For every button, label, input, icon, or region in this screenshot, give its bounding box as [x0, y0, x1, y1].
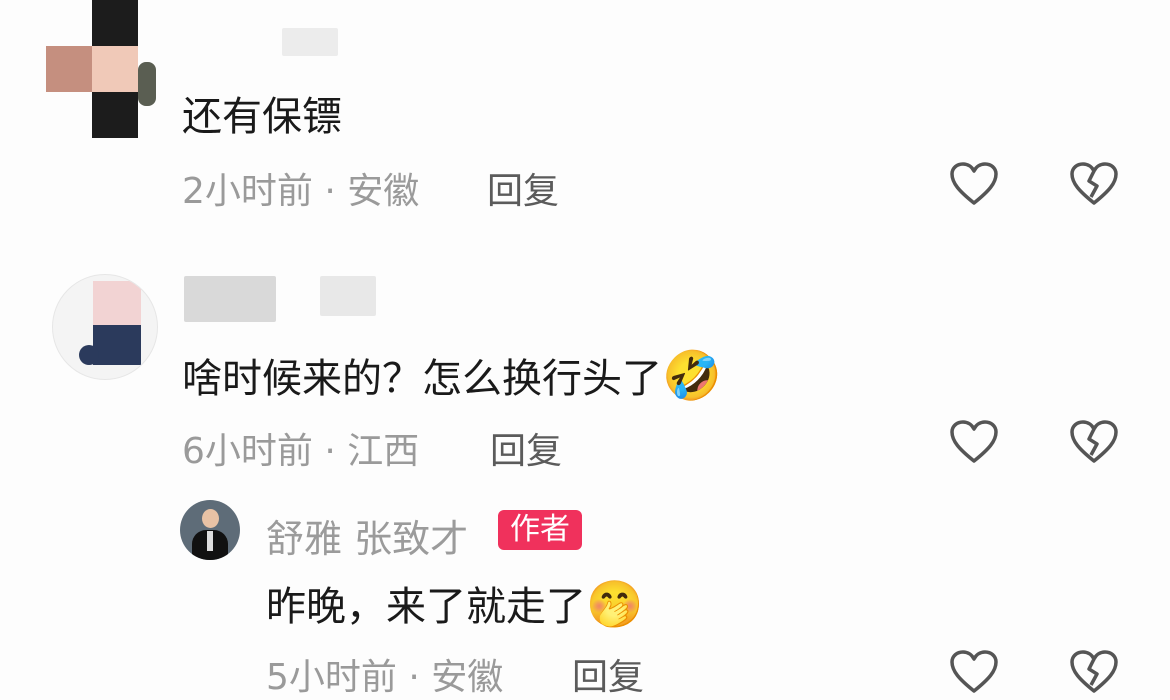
reply-text: 昨晚，来了就走了🤭 [266, 574, 643, 632]
dislike-button[interactable] [1066, 414, 1122, 470]
dislike-button[interactable] [1066, 156, 1122, 212]
heart-outline-icon [950, 650, 998, 693]
heart-outline-icon [950, 162, 998, 205]
broken-heart-icon [1070, 162, 1118, 205]
reply-button[interactable]: 回复 [490, 422, 562, 474]
comment-text: 还有保镖 [182, 94, 342, 140]
comment-text-content: 啥时候来的？怎么换行头了 [182, 356, 662, 402]
reply-button[interactable]: 回复 [572, 648, 644, 700]
broken-heart-icon [1070, 650, 1118, 693]
avatar[interactable] [52, 274, 158, 380]
author-badge: 作者 [498, 510, 582, 550]
like-button[interactable] [946, 414, 1002, 470]
comment-time-location: 6小时前 · 江西 [182, 431, 420, 472]
username-blurred [184, 276, 276, 322]
username-blurred [320, 276, 376, 316]
reply-text-content: 昨晚，来了就走了 [266, 584, 586, 630]
reply-button[interactable]: 回复 [487, 162, 559, 214]
author-reply-item: 舒雅 张致才 作者 昨晚，来了就走了🤭 5小时前 · 安徽 回复 [0, 496, 1170, 698]
like-button[interactable] [946, 156, 1002, 212]
comment-item: 啥时候来的？怎么换行头了🤣 6小时前 · 江西 回复 [0, 260, 1170, 490]
reply-time-location: 5小时前 · 安徽 [266, 657, 504, 698]
like-button[interactable] [946, 644, 1002, 700]
author-avatar[interactable] [180, 500, 240, 560]
username-blurred [282, 28, 338, 56]
author-username[interactable]: 舒雅 张致才 [266, 508, 468, 563]
broken-heart-icon [1070, 420, 1118, 463]
shy-emoji: 🤭 [586, 577, 644, 631]
avatar[interactable] [46, 0, 156, 138]
heart-outline-icon [950, 420, 998, 463]
laughing-emoji: 🤣 [662, 348, 722, 404]
comment-time-location: 2小时前 · 安徽 [182, 171, 420, 212]
dislike-button[interactable] [1066, 644, 1122, 700]
comment-item: 还有保镖 2小时前 · 安徽 回复 [0, 0, 1170, 240]
comment-text: 啥时候来的？怎么换行头了🤣 [182, 346, 722, 404]
